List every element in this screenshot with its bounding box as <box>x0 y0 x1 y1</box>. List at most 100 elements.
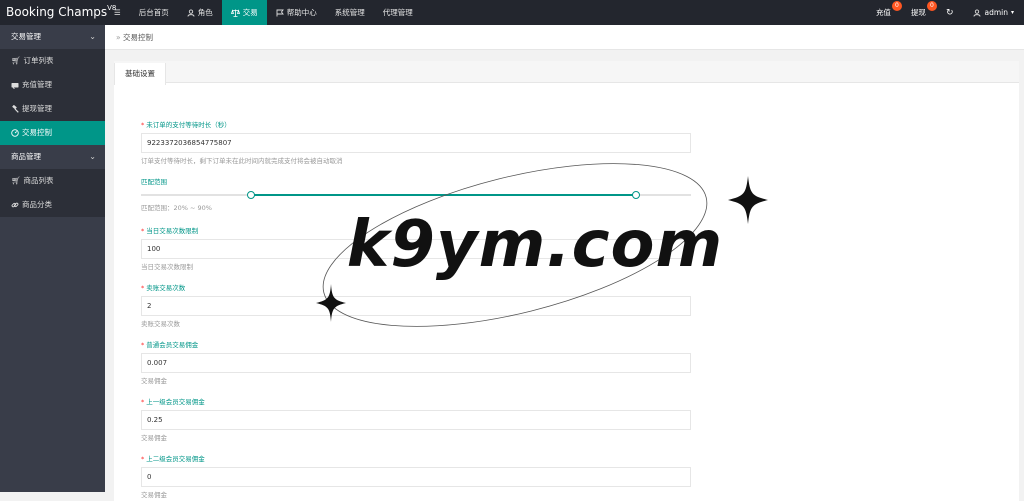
refresh-icon: ↻ <box>945 8 954 18</box>
menu-toggle-button[interactable]: ☰ <box>105 0 130 25</box>
range-slider[interactable] <box>141 191 691 199</box>
sidebar-group-label: 交易管理 <box>11 32 41 41</box>
field-hint: 匹配范围：20% ~ 90% <box>141 204 212 212</box>
nav-help[interactable]: 帮助中心 <box>267 0 326 25</box>
range-slider-min-handle[interactable] <box>247 191 255 199</box>
level2-commission-input[interactable]: 0 <box>141 467 691 487</box>
breadcrumb-separator-icon: » <box>116 33 121 42</box>
sidebar-item-label: 提现管理 <box>22 104 52 113</box>
sidebar-item-label: 交易控制 <box>22 128 52 137</box>
payment-wait-input[interactable]: 9223372036854775807 <box>141 133 691 153</box>
nav-role[interactable]: 角色 <box>178 0 222 25</box>
sell-count-input[interactable]: 2 <box>141 296 691 316</box>
range-slider-fill <box>251 194 636 196</box>
sidebar: 交易管理 ⌄ 🛒︎ 订单列表 充值管理 提现管理 交易控制 商品管理 ⌄ 🛒︎ … <box>0 25 105 492</box>
required-mark: * <box>141 121 145 129</box>
field-label: * 当日交易次数限制 <box>141 227 691 236</box>
field-label-text: 卖账交易次数 <box>146 284 186 292</box>
field-hint: 卖账交易次数 <box>141 320 180 328</box>
gauge-icon <box>11 129 19 137</box>
sidebar-group-label: 商品管理 <box>11 152 41 161</box>
field-label: * 卖账交易次数 <box>141 284 691 293</box>
field-label: * 上二级会员交易佣金 <box>141 455 691 464</box>
sidebar-item-withdraw[interactable]: 提现管理 <box>0 97 105 121</box>
daily-limit-input[interactable]: 100 <box>141 239 691 259</box>
sidebar-item-trade-control[interactable]: 交易控制 <box>0 121 105 145</box>
top-nav: ☰ 后台首页 角色 交易 帮助中心 系统管理 代理管理 <box>105 0 422 25</box>
user-name: admin <box>984 8 1008 17</box>
sidebar-item-recharge[interactable]: 充值管理 <box>0 73 105 97</box>
field-label-text: 未订单的支付等待时长（秒） <box>146 121 231 129</box>
field-daily-limit: * 当日交易次数限制 100 当日交易次数限制 <box>141 227 691 272</box>
nav-system[interactable]: 系统管理 <box>326 0 374 25</box>
withdraw-label: 提现 <box>910 8 926 17</box>
field-hint: 交易佣金 <box>141 377 167 385</box>
sidebar-submenu-goods: 🛒︎ 商品列表 商品分类 <box>0 169 105 217</box>
nav-home[interactable]: 后台首页 <box>130 0 178 25</box>
nav-agent[interactable]: 代理管理 <box>374 0 422 25</box>
cart-icon: 🛒︎ <box>11 176 21 185</box>
field-level1-commission: * 上一级会员交易佣金 0.25 交易佣金 <box>141 398 691 443</box>
field-label: * 普通会员交易佣金 <box>141 341 691 350</box>
sidebar-item-label: 商品分类 <box>22 200 52 209</box>
chevron-down-icon: ⌄ <box>89 152 96 161</box>
field-hint: 交易佣金 <box>141 491 167 499</box>
field-sell-count: * 卖账交易次数 2 卖账交易次数 <box>141 284 691 329</box>
sidebar-item-orders[interactable]: 🛒︎ 订单列表 <box>0 49 105 73</box>
field-label: * 上一级会员交易佣金 <box>141 398 691 407</box>
menu-icon: ☰ <box>114 8 121 17</box>
field-label: * 未订单的支付等待时长（秒） <box>141 121 691 130</box>
breadcrumb: » 交易控制 <box>105 25 1024 50</box>
required-mark: * <box>141 341 145 349</box>
recharge-button[interactable]: 充值 0 <box>866 0 902 25</box>
brand-name: Booking Champs <box>6 5 108 19</box>
sidebar-item-label: 充值管理 <box>22 80 52 89</box>
range-slider-max-handle[interactable] <box>632 191 640 199</box>
field-hint: 订单支付等待时长，剩下订单未在此时间内就完成支付将会被自动取消 <box>141 157 343 165</box>
member-commission-input[interactable]: 0.007 <box>141 353 691 373</box>
nav-trade[interactable]: 交易 <box>221 0 267 25</box>
field-level2-commission: * 上二级会员交易佣金 0 交易佣金 <box>141 455 691 500</box>
user-icon <box>974 8 981 17</box>
user-icon <box>187 8 195 17</box>
recharge-label: 充值 <box>875 8 891 17</box>
card-icon <box>11 82 19 89</box>
tab-basic-settings[interactable]: 基础设置 <box>114 63 166 85</box>
breadcrumb-current: 交易控制 <box>122 33 153 42</box>
sidebar-item-label: 商品列表 <box>23 176 54 185</box>
required-mark: * <box>141 284 145 292</box>
field-label-text: 上二级会员交易佣金 <box>146 455 205 463</box>
field-label-text: 上一级会员交易佣金 <box>146 398 205 406</box>
user-menu[interactable]: admin ▾ <box>963 0 1024 25</box>
sidebar-item-goods-category[interactable]: 商品分类 <box>0 193 105 217</box>
field-hint: 当日交易次数限制 <box>141 263 193 271</box>
field-label-text: 普通会员交易佣金 <box>146 341 199 349</box>
nav-help-label: 帮助中心 <box>286 8 317 17</box>
chevron-down-icon: ▾ <box>1010 9 1014 16</box>
nav-agent-label: 代理管理 <box>382 8 413 17</box>
top-right-nav: 充值 0 提现 0 ↻ admin ▾ <box>866 0 1024 25</box>
sidebar-item-goods-list[interactable]: 🛒︎ 商品列表 <box>0 169 105 193</box>
required-mark: * <box>141 227 145 235</box>
nav-home-label: 后台首页 <box>138 8 169 17</box>
field-label: 匹配范围 <box>141 178 167 186</box>
gavel-icon <box>12 105 19 113</box>
brand-logo[interactable]: Booking ChampsV8 <box>0 0 116 25</box>
top-bar: Booking ChampsV8 ☰ 后台首页 角色 交易 帮助中心 系统管理 … <box>0 0 1024 25</box>
field-match-range: 匹配范围 匹配范围：20% ~ 90% <box>141 178 691 213</box>
tab-bar: 基础设置 <box>114 61 1019 85</box>
sidebar-group-trade[interactable]: 交易管理 ⌄ <box>0 25 105 49</box>
cart-icon: 🛒︎ <box>11 56 21 65</box>
required-mark: * <box>141 455 145 463</box>
required-mark: * <box>141 398 145 406</box>
chevron-down-icon: ⌄ <box>89 32 96 41</box>
nav-role-label: 角色 <box>197 8 213 17</box>
level1-commission-input[interactable]: 0.25 <box>141 410 691 430</box>
scale-icon <box>230 8 240 17</box>
field-member-commission: * 普通会员交易佣金 0.007 交易佣金 <box>141 341 691 386</box>
field-hint: 交易佣金 <box>141 434 167 442</box>
refresh-button[interactable]: ↻ <box>936 0 964 25</box>
field-payment-wait: * 未订单的支付等待时长（秒） 9223372036854775807 订单支付等… <box>141 121 691 166</box>
sidebar-group-goods[interactable]: 商品管理 ⌄ <box>0 145 105 169</box>
withdraw-button[interactable]: 提现 0 <box>901 0 937 25</box>
